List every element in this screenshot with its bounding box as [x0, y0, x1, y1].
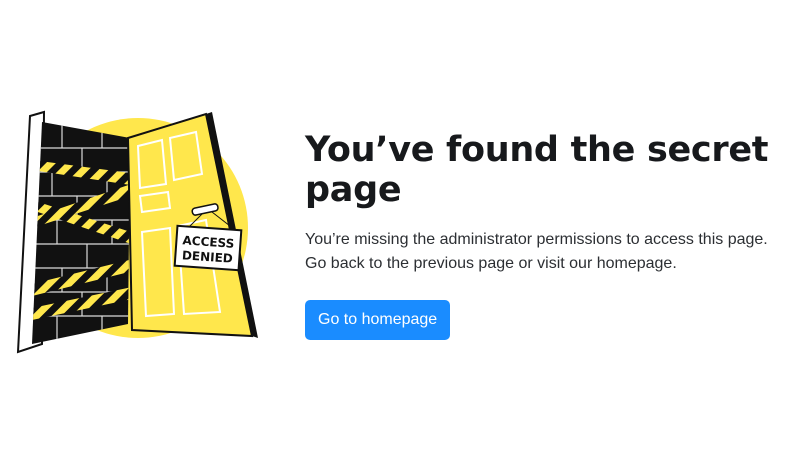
go-to-homepage-button[interactable]: Go to homepage: [305, 300, 451, 340]
page-title: You’ve found the secret page: [305, 130, 769, 210]
content-block: You’ve found the secret page You’re miss…: [305, 130, 785, 340]
page-description: You’re missing the administrator permiss…: [305, 231, 768, 272]
access-denied-illustration: ACCESS DENIED: [12, 108, 260, 354]
